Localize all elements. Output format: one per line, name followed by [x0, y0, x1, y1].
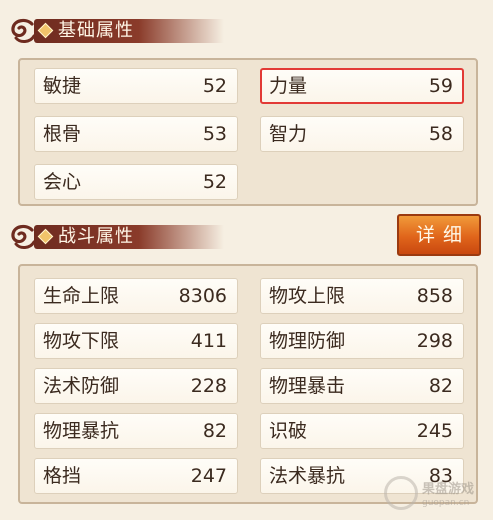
stat-value: 59 [428, 75, 453, 97]
stat-value: 58 [428, 123, 453, 145]
stat-label: 物理暴击 [269, 375, 346, 397]
section-title: 基础属性 [58, 20, 134, 41]
stat-value: 8306 [178, 285, 227, 307]
stat-value: 298 [416, 330, 453, 352]
stat-label: 法术防御 [43, 375, 120, 397]
stat-value: 247 [190, 465, 227, 487]
basic-attributes-panel: 敏捷 52 力量 59 根骨 53 智力 58 会心 52 [18, 58, 478, 206]
stat-constitution: 根骨 53 [34, 116, 238, 152]
stat-crit-insight: 会心 52 [34, 164, 238, 200]
stat-block: 格挡 247 [34, 458, 238, 494]
stat-label: 物理防御 [269, 330, 346, 352]
basic-attributes-header: 基础属性 [8, 16, 238, 46]
attribute-page: 基础属性 敏捷 52 力量 59 根骨 53 智力 58 会心 52 战斗属性 … [0, 0, 493, 520]
stat-label: 法术暴抗 [269, 465, 346, 487]
stat-insight: 识破 245 [260, 413, 464, 449]
watermark-url: guopan.cn [422, 498, 470, 508]
stat-label: 生命上限 [43, 285, 120, 307]
stat-value: 52 [202, 171, 227, 193]
stat-value: 82 [202, 420, 227, 442]
stat-label: 物攻下限 [43, 330, 120, 352]
stat-label: 力量 [269, 75, 308, 97]
stat-value: 858 [416, 285, 453, 307]
stat-phys-defense: 物理防御 298 [260, 323, 464, 359]
stat-label: 格挡 [43, 465, 82, 487]
stat-label: 敏捷 [43, 75, 82, 97]
stat-phys-crit-resist: 物理暴抗 82 [34, 413, 238, 449]
combat-attributes-panel: 生命上限 8306 物攻上限 858 物攻下限 411 物理防御 298 法术防… [18, 264, 478, 504]
stat-label: 会心 [43, 171, 82, 193]
stat-value: 245 [416, 420, 453, 442]
detail-button[interactable]: 详细 [397, 214, 481, 256]
stat-magic-defense: 法术防御 228 [34, 368, 238, 404]
section-title: 战斗属性 [58, 226, 134, 247]
stat-value: 411 [190, 330, 227, 352]
stat-min-phys-attack: 物攻下限 411 [34, 323, 238, 359]
stat-max-phys-attack: 物攻上限 858 [260, 278, 464, 314]
stat-label: 物理暴抗 [43, 420, 120, 442]
stat-label: 根骨 [43, 123, 82, 145]
stat-max-hp: 生命上限 8306 [34, 278, 238, 314]
stat-value: 52 [202, 75, 227, 97]
stat-value: 228 [190, 375, 227, 397]
watermark: 果盘游戏 guopan.cn [382, 472, 492, 518]
watermark-logo-icon [384, 476, 418, 510]
stat-strength: 力量 59 [260, 68, 464, 104]
stat-value: 53 [202, 123, 227, 145]
combat-attributes-header: 战斗属性 [8, 222, 238, 252]
stat-label: 物攻上限 [269, 285, 346, 307]
stat-phys-crit: 物理暴击 82 [260, 368, 464, 404]
stat-label: 识破 [269, 420, 308, 442]
stat-agility: 敏捷 52 [34, 68, 238, 104]
stat-label: 智力 [269, 123, 308, 145]
stat-intelligence: 智力 58 [260, 116, 464, 152]
watermark-text: 果盘游戏 [422, 482, 475, 497]
stat-value: 82 [428, 375, 453, 397]
